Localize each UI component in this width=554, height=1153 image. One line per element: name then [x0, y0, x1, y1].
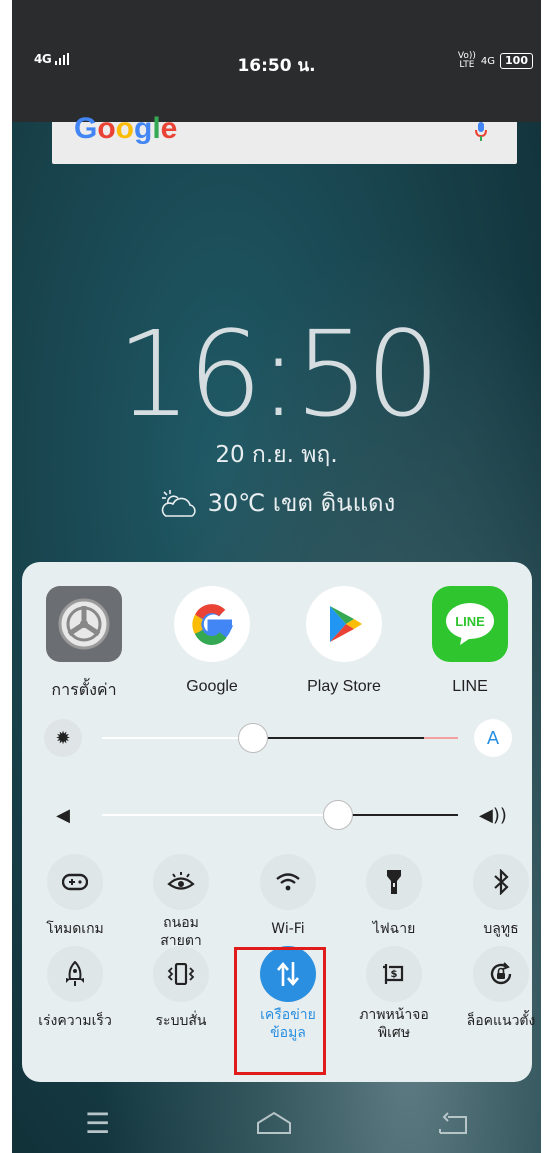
- brightness-knob[interactable]: [237, 723, 268, 753]
- weather-text: 30℃ เขต ดินแดง: [207, 489, 396, 517]
- phone-screen: 4G 16:50 น. Vo)) LTE 4G 100 Google 16:50 …: [12, 0, 541, 1153]
- toggle-super-screenshot[interactable]: $ ภาพหน้าจอ พิเศษ: [344, 946, 444, 1042]
- app-play-store[interactable]: Play Store: [294, 586, 394, 696]
- play-store-icon: [306, 586, 382, 662]
- lockscreen-date: 20 ก.ย. พฤ.: [215, 442, 338, 468]
- toggle-label: โหมดเกม: [46, 921, 104, 937]
- volume-slider[interactable]: ◀ ◀)): [34, 792, 522, 838]
- vibrate-icon: [153, 946, 209, 1002]
- screenshot-icon: $: [366, 946, 422, 1002]
- brightness-track[interactable]: [102, 723, 458, 753]
- back-icon[interactable]: [438, 1111, 468, 1135]
- app-label: Play Store: [307, 678, 381, 695]
- partly-cloudy-icon: [161, 489, 196, 517]
- volume-mute-icon: ◀: [56, 804, 70, 826]
- brightness-slider[interactable]: ✹ A: [34, 715, 522, 761]
- rotation-lock-icon: [473, 946, 529, 1002]
- toggle-vibrate[interactable]: ระบบสั่น: [131, 946, 231, 1030]
- toggle-wifi[interactable]: Wi-Fi: [238, 854, 338, 938]
- app-label: LINE: [452, 678, 488, 695]
- toggle-label: ไฟฉาย: [372, 921, 416, 937]
- menu-icon[interactable]: ☰: [85, 1107, 110, 1140]
- toggle-label: ระบบสั่น: [155, 1013, 207, 1029]
- toggle-flashlight[interactable]: ไฟฉาย: [344, 854, 444, 938]
- toggle-label: Wi-Fi: [271, 921, 305, 937]
- google-search-widget[interactable]: Google: [52, 112, 517, 164]
- status-icons: Vo)) LTE 4G 100: [458, 52, 533, 70]
- volume-max-icon: ◀)): [479, 804, 507, 826]
- battery-icon: 100: [500, 53, 533, 69]
- svg-text:$: $: [391, 969, 398, 980]
- google-logo: Google: [74, 112, 178, 145]
- brightness-fill: [102, 737, 252, 739]
- toggle-label: เร่งความเร็ว: [38, 1013, 112, 1029]
- volume-knob[interactable]: [322, 800, 353, 830]
- app-google[interactable]: Google: [162, 586, 262, 696]
- toggle-label: ล็อคแนวตั้ง: [466, 1013, 536, 1029]
- app-line[interactable]: LINE LINE: [420, 586, 520, 696]
- navigation-bar: ☰: [12, 1093, 541, 1153]
- app-settings[interactable]: การตั้งค่า: [34, 586, 134, 703]
- google-icon: [174, 586, 250, 662]
- status-bar: 4G 16:50 น. Vo)) LTE 4G 100: [12, 0, 541, 122]
- volte-icon: Vo)) LTE: [457, 51, 476, 70]
- toggle-bluetooth[interactable]: บลูทูธ: [451, 854, 541, 938]
- auto-brightness-button[interactable]: A: [474, 719, 512, 757]
- lockscreen-clock: 16:50: [116, 305, 440, 443]
- gamepad-icon: [47, 854, 103, 910]
- svg-text:LINE: LINE: [455, 614, 485, 629]
- toggle-game-mode[interactable]: โหมดเกม: [25, 854, 125, 938]
- weather-widget: 30℃ เขต ดินแดง: [12, 483, 541, 522]
- volume-fill: [102, 814, 337, 816]
- toggle-speed-boost[interactable]: เร่งความเร็ว: [25, 946, 125, 1030]
- flashlight-icon: [366, 854, 422, 910]
- auto-label: A: [486, 727, 500, 749]
- toggle-eye-care[interactable]: ถนอม สายตา: [131, 854, 231, 950]
- app-label: Google: [186, 678, 238, 695]
- home-icon[interactable]: [256, 1111, 292, 1135]
- eye-icon: [153, 854, 209, 910]
- bluetooth-icon: [473, 854, 529, 910]
- data-type: 4G: [480, 55, 496, 67]
- toggle-rotation-lock[interactable]: ล็อคแนวตั้ง: [451, 946, 541, 1030]
- mic-icon[interactable]: [475, 122, 487, 142]
- toggle-label: บลูทูธ: [483, 921, 519, 937]
- highlight-box: [234, 947, 326, 1075]
- rocket-icon: [47, 946, 103, 1002]
- volume-track[interactable]: [102, 800, 458, 830]
- toggle-label: ถนอม สายตา: [160, 915, 202, 949]
- app-label: การตั้งค่า: [51, 682, 117, 699]
- toggle-label: ภาพหน้าจอ พิเศษ: [359, 1007, 429, 1041]
- battery-level: 100: [505, 54, 528, 67]
- brightness-icon: ✹: [44, 719, 82, 757]
- line-icon: LINE: [432, 586, 508, 662]
- settings-icon: [46, 586, 122, 662]
- wifi-icon: [260, 854, 316, 910]
